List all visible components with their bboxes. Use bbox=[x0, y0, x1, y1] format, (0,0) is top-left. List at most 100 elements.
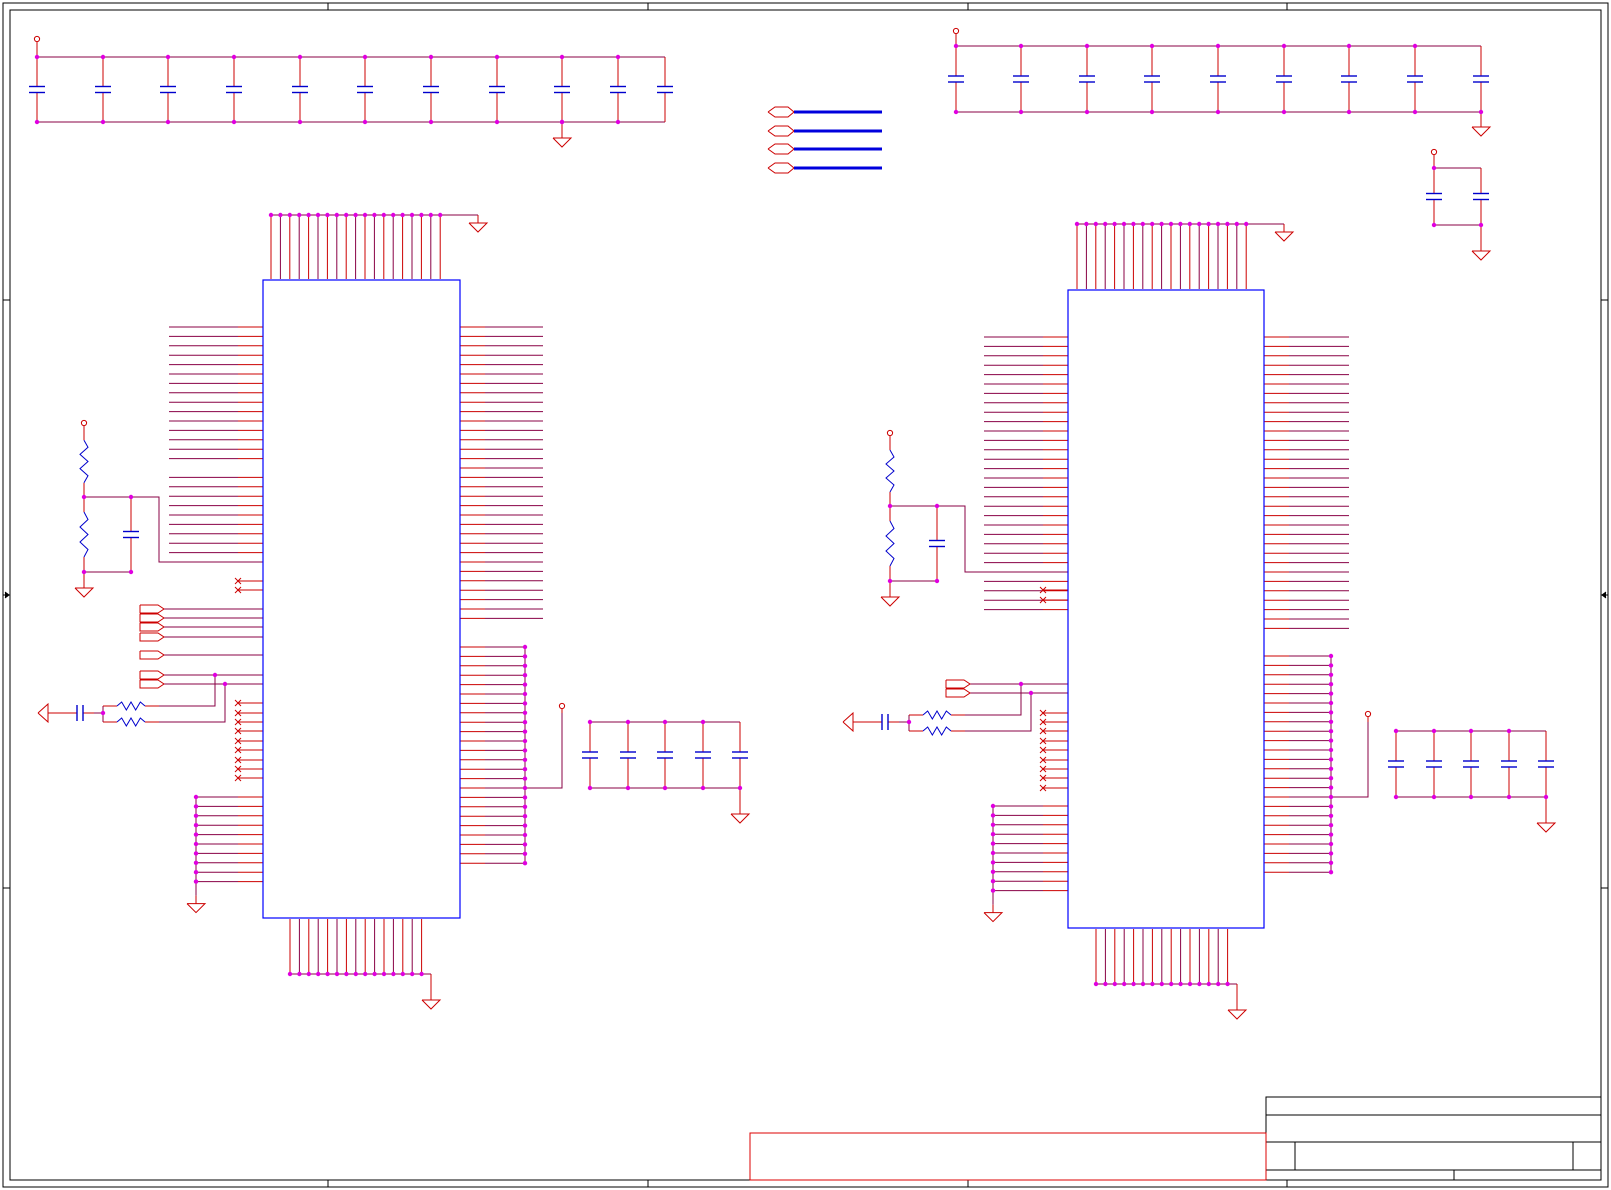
power-port-symbol bbox=[1364, 710, 1372, 718]
junction-dot bbox=[297, 54, 303, 60]
junction-dot bbox=[1121, 221, 1127, 227]
junction-dot bbox=[522, 654, 528, 659]
ground-symbol bbox=[468, 222, 489, 233]
junction-dot bbox=[297, 212, 302, 218]
junction-dot bbox=[1178, 981, 1183, 987]
junction-dot bbox=[128, 569, 134, 575]
junction-dot bbox=[522, 710, 528, 715]
ground-symbol bbox=[880, 596, 901, 607]
junction-dot bbox=[990, 803, 996, 809]
junction-dot bbox=[522, 682, 528, 687]
junction-dot bbox=[1131, 221, 1136, 227]
ic-u1-package bbox=[262, 279, 461, 919]
schematic-canvas bbox=[0, 0, 1611, 1190]
junction-dot bbox=[315, 212, 321, 218]
junction-dot bbox=[278, 212, 283, 218]
junction-dot bbox=[522, 720, 528, 725]
junction-dot bbox=[1084, 43, 1090, 49]
junction-dot bbox=[193, 841, 199, 847]
junction-dot bbox=[906, 719, 912, 725]
ground-triangle bbox=[37, 702, 49, 724]
junction-dot bbox=[1431, 165, 1437, 171]
junction-dot bbox=[1328, 691, 1334, 696]
junction-dot bbox=[522, 663, 528, 668]
power-port-symbol bbox=[33, 35, 41, 43]
junction-dot bbox=[1346, 109, 1352, 115]
junction-dot bbox=[1225, 981, 1230, 987]
power-port-symbol bbox=[952, 27, 960, 35]
junction-dot bbox=[1328, 776, 1334, 781]
junction-dot bbox=[1122, 981, 1127, 987]
junction-dot bbox=[990, 869, 996, 874]
junction-dot bbox=[1328, 653, 1334, 659]
junction-dot bbox=[212, 672, 218, 678]
junction-dot bbox=[1328, 785, 1334, 790]
junction-dot bbox=[100, 54, 106, 60]
offpage-connector bbox=[139, 679, 165, 689]
junction-dot bbox=[953, 43, 959, 49]
junction-dot bbox=[522, 691, 528, 697]
junction-dot bbox=[325, 971, 330, 977]
junction-dot bbox=[1150, 981, 1155, 987]
power-port-symbol bbox=[886, 429, 894, 437]
offpage-connector bbox=[139, 604, 165, 614]
junction-dot bbox=[100, 710, 106, 716]
junction-dot bbox=[1281, 109, 1287, 115]
junction-dot bbox=[1328, 710, 1334, 715]
junction-dot bbox=[306, 212, 311, 218]
junction-dot bbox=[615, 119, 621, 125]
junction-dot bbox=[1328, 682, 1334, 687]
junction-dot bbox=[1159, 981, 1165, 987]
drawing-frame bbox=[2, 2, 1609, 1188]
junction-dot bbox=[1328, 672, 1334, 677]
junction-dot bbox=[1328, 832, 1334, 837]
junction-dot bbox=[400, 212, 405, 218]
junction-dot bbox=[353, 971, 358, 977]
junction-dot bbox=[1150, 221, 1155, 227]
junction-dot bbox=[1103, 981, 1108, 987]
title-block-frame bbox=[1265, 1096, 1602, 1181]
junction-dot bbox=[1131, 981, 1136, 987]
junction-dot bbox=[1112, 981, 1118, 987]
junction-dot bbox=[306, 971, 311, 977]
junction-dot bbox=[662, 785, 668, 791]
junction-dot bbox=[1506, 728, 1512, 734]
junction-dot bbox=[1328, 729, 1334, 734]
junction-dot bbox=[268, 212, 274, 218]
junction-dot bbox=[1468, 794, 1474, 800]
junction-dot bbox=[34, 54, 40, 60]
ground-symbol bbox=[1471, 250, 1492, 261]
junction-dot bbox=[1431, 222, 1437, 228]
junction-dot bbox=[1412, 43, 1418, 49]
junction-dot bbox=[522, 832, 528, 838]
junction-dot bbox=[222, 681, 228, 687]
approval-box bbox=[749, 1132, 1267, 1181]
junction-dot bbox=[887, 503, 893, 509]
junction-dot bbox=[522, 701, 528, 706]
junction-dot bbox=[1328, 747, 1334, 753]
junction-dot bbox=[419, 212, 424, 218]
power-port-symbol bbox=[558, 702, 566, 710]
junction-dot bbox=[1074, 221, 1080, 227]
power-feed bbox=[1331, 722, 1369, 798]
ground-symbol bbox=[1471, 126, 1492, 137]
junction-dot bbox=[1215, 221, 1221, 227]
junction-dot bbox=[1206, 221, 1211, 227]
offpage-connector bbox=[767, 106, 795, 118]
junction-dot bbox=[391, 971, 396, 977]
junction-dot bbox=[1244, 221, 1249, 227]
ground-symbol bbox=[74, 587, 95, 598]
junction-dot bbox=[662, 719, 668, 725]
junction-dot bbox=[700, 719, 706, 725]
junction-dot bbox=[1215, 43, 1221, 49]
resistor-body bbox=[116, 701, 146, 711]
junction-dot bbox=[522, 776, 528, 781]
junction-dot bbox=[1093, 221, 1099, 227]
junction-dot bbox=[1187, 221, 1193, 227]
junction-dot bbox=[522, 851, 528, 856]
junction-dot bbox=[1393, 794, 1399, 800]
ground-symbol bbox=[983, 912, 1004, 923]
xtal-loop bbox=[159, 675, 216, 707]
junction-dot bbox=[1159, 221, 1164, 227]
junction-dot bbox=[1018, 109, 1024, 115]
